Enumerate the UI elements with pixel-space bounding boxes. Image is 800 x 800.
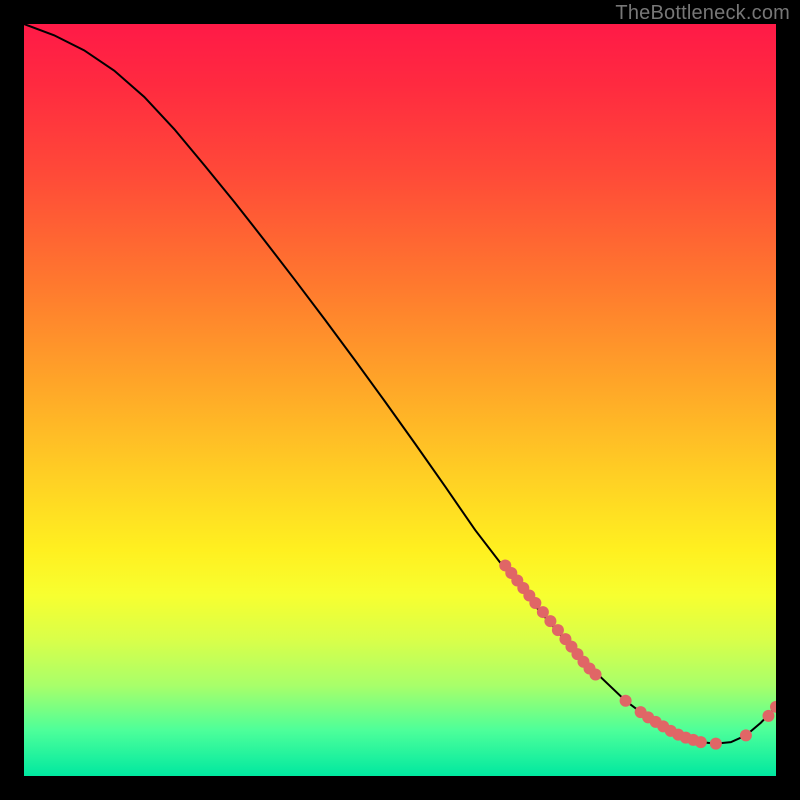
- data-point: [710, 738, 722, 750]
- bottleneck-curve: [24, 24, 776, 744]
- chart-stage: TheBottleneck.com: [0, 0, 800, 800]
- chart-svg: [24, 24, 776, 776]
- curve-layer: [24, 24, 776, 744]
- data-point: [740, 729, 752, 741]
- watermark-text: TheBottleneck.com: [615, 2, 790, 25]
- data-point: [695, 736, 707, 748]
- data-point: [620, 695, 632, 707]
- plot-area: [24, 24, 776, 776]
- data-point: [590, 668, 602, 680]
- markers-layer: [499, 559, 776, 749]
